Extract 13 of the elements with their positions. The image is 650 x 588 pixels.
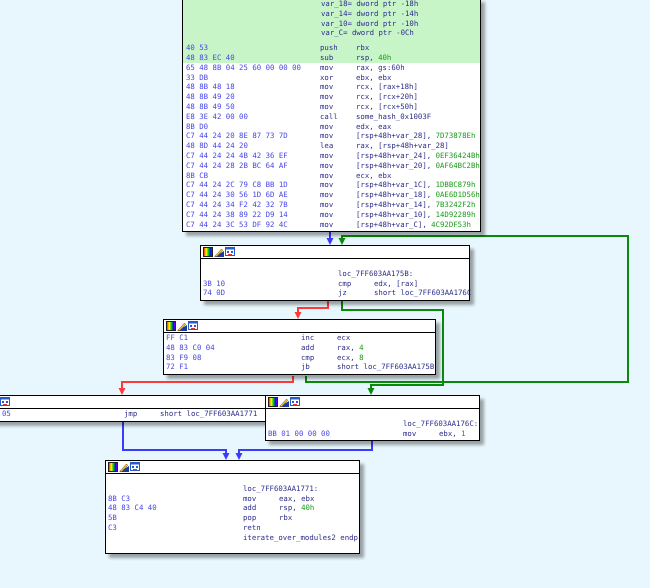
window-icon[interactable] [0,397,10,407]
palette-icon[interactable] [166,321,176,331]
window-icon[interactable] [290,397,300,407]
palette-icon[interactable] [203,247,213,257]
window-icon[interactable] [225,247,235,257]
window-icon[interactable] [130,462,140,472]
window-icon[interactable] [188,321,198,331]
pencil-icon[interactable] [279,397,289,407]
palette-icon[interactable] [108,462,118,472]
pencil-icon[interactable] [177,321,187,331]
palette-icon[interactable] [268,397,278,407]
pencil-icon[interactable] [119,462,129,472]
pencil-icon[interactable] [214,247,224,257]
